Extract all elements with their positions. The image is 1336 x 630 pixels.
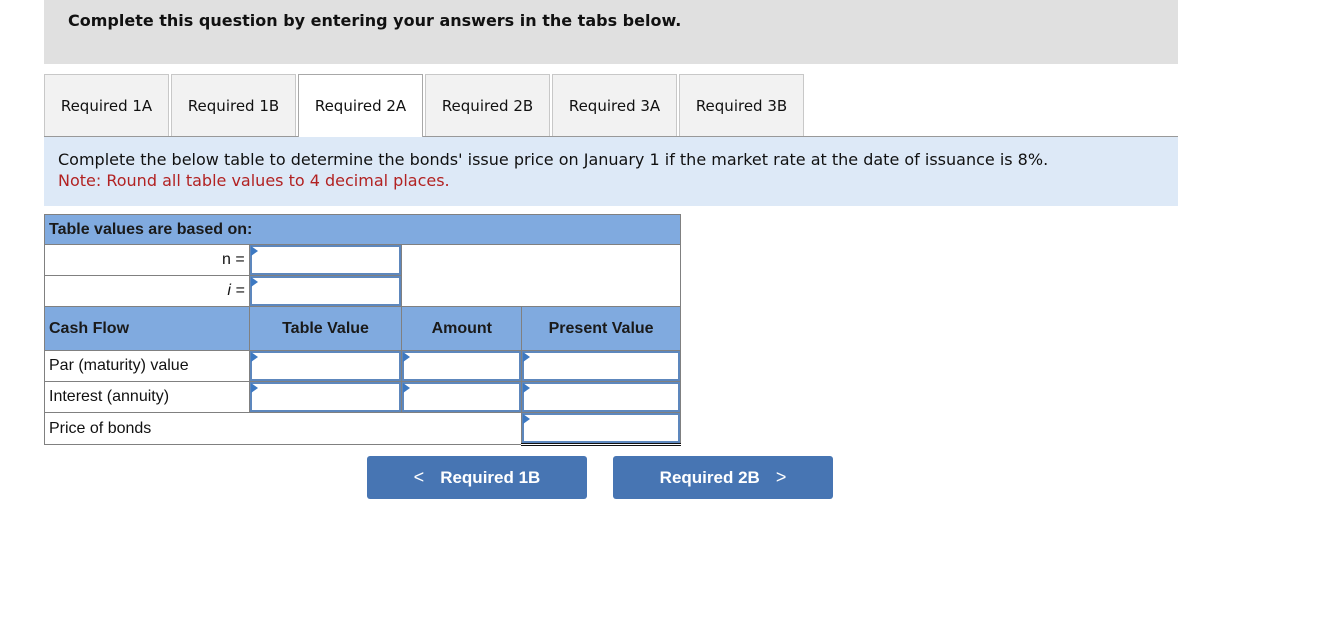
present-value-table: Table values are based on: n = i = Cash … (43, 214, 681, 446)
price-of-bonds-input[interactable] (524, 415, 678, 441)
prev-required-1b-button[interactable]: < Required 1B (367, 456, 587, 499)
table-row-interest: Interest (annuity) (44, 381, 681, 413)
next-button-label: Required 2B (659, 467, 760, 487)
interest-table-value-input[interactable] (251, 384, 400, 410)
par-present-value-input[interactable] (524, 353, 678, 379)
table-row-par-value: Par (maturity) value (44, 350, 681, 382)
col-header-table-value: Table Value (248, 306, 403, 351)
tab-required-3b[interactable]: Required 3B (679, 74, 804, 136)
tab-required-3a[interactable]: Required 3A (552, 74, 677, 136)
tab-bar: Required 1A Required 1B Required 2A Requ… (44, 74, 806, 137)
table-row-price-of-bonds: Price of bonds (43, 412, 681, 446)
question-header-title: Complete this question by entering your … (68, 11, 682, 30)
chevron-right-icon: > (775, 467, 787, 487)
row-label: Price of bonds (43, 412, 523, 445)
prev-button-label: Required 1B (440, 467, 541, 487)
row-label: Interest (annuity) (44, 381, 250, 413)
interest-present-value-input[interactable] (524, 384, 678, 410)
tab-required-1b[interactable]: Required 1B (171, 74, 296, 136)
n-input[interactable] (251, 247, 400, 273)
n-cell (248, 244, 403, 276)
instructions-note: Note: Round all table values to 4 decima… (58, 171, 450, 190)
chevron-left-icon: < (413, 467, 425, 487)
instructions-text: Complete the below table to determine th… (58, 150, 1049, 169)
tab-required-2b[interactable]: Required 2B (425, 74, 550, 136)
par-amount-input[interactable] (404, 353, 520, 379)
par-table-value-input[interactable] (251, 353, 400, 379)
col-header-amount: Amount (401, 306, 523, 351)
n-label: n = (44, 244, 250, 276)
i-input[interactable] (251, 278, 400, 304)
blank-cell (401, 244, 681, 307)
col-header-cash-flow: Cash Flow (44, 306, 250, 351)
table-based-on-label: Table values are based on: (44, 214, 681, 245)
row-label: Par (maturity) value (44, 350, 250, 382)
instructions-panel: Complete the below table to determine th… (44, 137, 1178, 206)
n-input-wrapper (249, 245, 402, 275)
tab-required-1a[interactable]: Required 1A (44, 74, 169, 136)
i-label-text: i = (227, 282, 245, 299)
col-header-present-value: Present Value (521, 306, 681, 351)
next-required-2b-button[interactable]: Required 2B > (613, 456, 833, 499)
interest-amount-input[interactable] (404, 384, 520, 410)
i-input-wrapper (249, 276, 402, 306)
tab-required-2a[interactable]: Required 2A (298, 74, 423, 137)
i-cell (248, 275, 403, 307)
question-header: Complete this question by entering your … (44, 0, 1178, 64)
i-label: i = (44, 275, 250, 307)
